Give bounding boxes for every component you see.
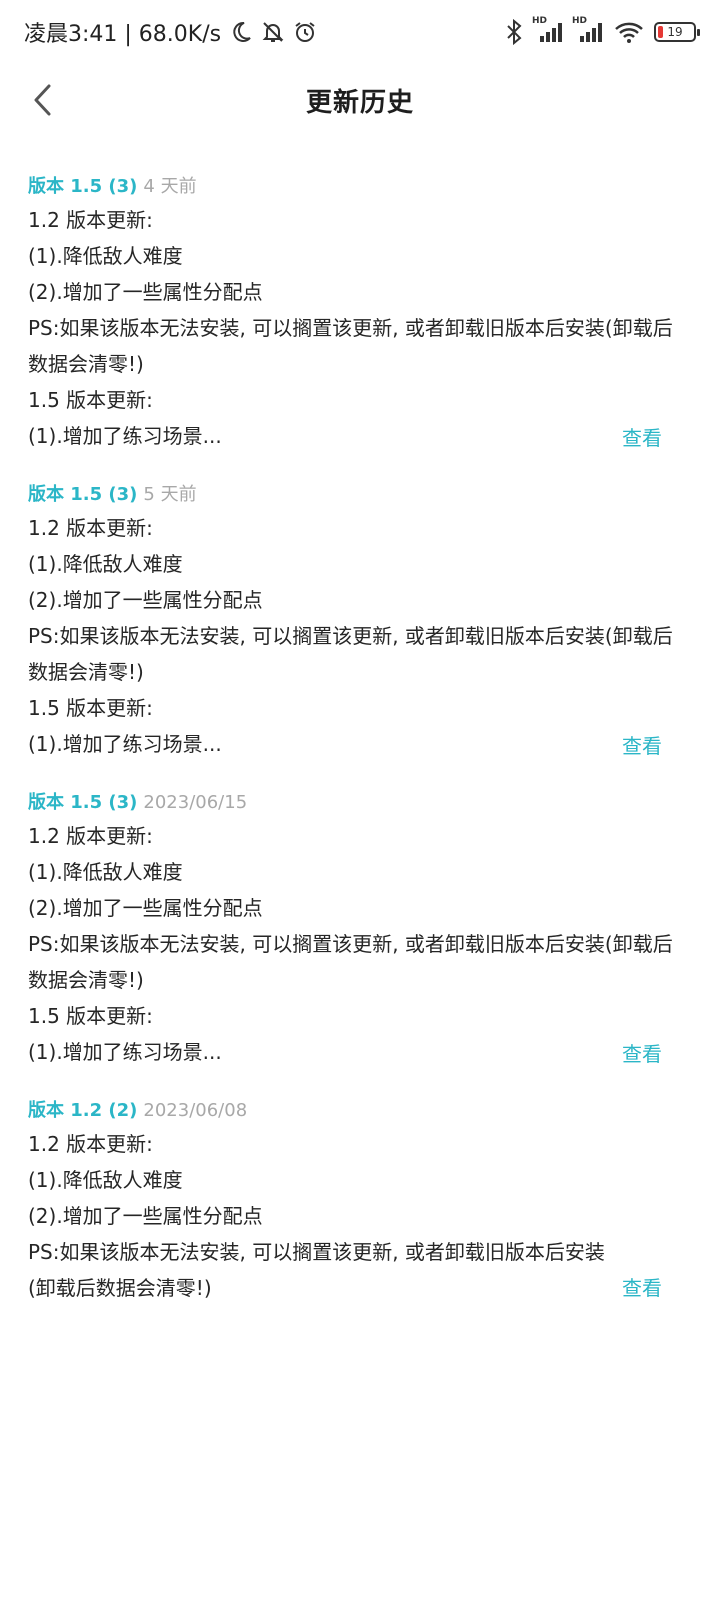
entry-line: (1).增加了练习场景...: [28, 1040, 222, 1064]
history-entry: 版本 1.2 (2) 2023/06/08 1.2 版本更新: (1).降低敌人难…: [0, 1096, 720, 1306]
entry-line: PS:如果该版本无法安装, 可以搁置该更新, 或者卸载旧版本后安装(卸载后数据会…: [28, 624, 673, 684]
view-button[interactable]: 查看: [622, 1038, 692, 1067]
entry-time: 2023/06/08: [143, 1100, 248, 1121]
nav-bar: 更新历史: [0, 64, 720, 136]
entry-version: 版本 1.2 (2): [28, 1100, 138, 1121]
entry-last-row: (1).增加了练习场景... 查看: [28, 1034, 692, 1070]
entry-line: (2).增加了一些属性分配点: [28, 896, 263, 920]
hd-label-2: HD: [572, 16, 588, 26]
entry-line: 1.2 版本更新:: [28, 1132, 153, 1156]
entry-line: (2).增加了一些属性分配点: [28, 1204, 263, 1228]
entry-line: 1.2 版本更新:: [28, 208, 153, 232]
battery-fill: [658, 26, 663, 38]
entry-line: 1.5 版本更新:: [28, 388, 153, 412]
entry-last-row: (1).增加了练习场景... 查看: [28, 418, 692, 454]
entry-time: 5 天前: [143, 484, 197, 505]
battery-level: 19: [667, 25, 683, 39]
entry-header: 版本 1.5 (3) 5 天前: [28, 480, 692, 510]
entry-line: 1.5 版本更新:: [28, 696, 153, 720]
entry-header: 版本 1.5 (3) 2023/06/15: [28, 788, 692, 818]
entry-line: (1).增加了练习场景...: [28, 732, 222, 756]
entry-last-row: (1).增加了练习场景... 查看: [28, 726, 692, 762]
status-time-speed: 凌晨3:41 | 68.0K/s: [24, 22, 222, 47]
entry-header: 版本 1.5 (3) 4 天前: [28, 172, 692, 202]
entry-line: (1).降低敌人难度: [28, 244, 183, 268]
entry-last-row: PS:如果该版本无法安装, 可以搁置该更新, 或者卸载旧版本后安装(卸载后数据会…: [28, 1234, 692, 1306]
alarm-icon: [293, 20, 317, 44]
status-left: 凌晨3:41 | 68.0K/s: [24, 16, 317, 48]
entry-version: 版本 1.5 (3): [28, 484, 138, 505]
entry-line: (2).增加了一些属性分配点: [28, 588, 263, 612]
entry-line: (2).增加了一些属性分配点: [28, 280, 263, 304]
page-title: 更新历史: [305, 87, 414, 118]
entry-time: 2023/06/15: [143, 792, 248, 813]
history-entry: 版本 1.5 (3) 4 天前 1.2 版本更新: (1).降低敌人难度 (2).…: [0, 172, 720, 454]
entry-version: 版本 1.5 (3): [28, 792, 138, 813]
wifi-icon: [614, 20, 644, 44]
entry-time: 4 天前: [143, 176, 197, 197]
view-button[interactable]: 查看: [622, 730, 692, 759]
entry-line: 1.2 版本更新:: [28, 516, 153, 540]
bell-off-icon: [261, 20, 285, 44]
signal-1-icon: HD: [532, 16, 564, 44]
entry-line: (1).降低敌人难度: [28, 860, 183, 884]
entry-line: (1).降低敌人难度: [28, 1168, 183, 1192]
entry-line: 1.2 版本更新:: [28, 824, 153, 848]
chevron-left-icon: [34, 84, 51, 116]
moon-icon: [229, 20, 253, 44]
hd-label-1: HD: [532, 16, 548, 26]
entry-line: (1).增加了练习场景...: [28, 424, 222, 448]
entry-line: PS:如果该版本无法安装, 可以搁置该更新, 或者卸载旧版本后安装(卸载后数据会…: [28, 316, 673, 376]
status-right: HD HD 19: [504, 16, 700, 45]
status-bar: 凌晨3:41 | 68.0K/s HD HD 19: [0, 0, 720, 64]
view-button[interactable]: 查看: [622, 422, 692, 451]
entry-version: 版本 1.5 (3): [28, 176, 138, 197]
entry-line: (1).降低敌人难度: [28, 552, 183, 576]
bluetooth-icon: [504, 19, 524, 45]
view-button[interactable]: 查看: [622, 1270, 692, 1306]
entry-line: PS:如果该版本无法安装, 可以搁置该更新, 或者卸载旧版本后安装(卸载后数据会…: [28, 932, 673, 992]
back-button[interactable]: [22, 80, 62, 120]
battery-icon: 19: [654, 22, 700, 42]
entry-line: 1.5 版本更新:: [28, 1004, 153, 1028]
history-entry: 版本 1.5 (3) 5 天前 1.2 版本更新: (1).降低敌人难度 (2).…: [0, 480, 720, 762]
entry-line: PS:如果该版本无法安装, 可以搁置该更新, 或者卸载旧版本后安装(卸载后数据会…: [28, 1240, 605, 1300]
history-list: 版本 1.5 (3) 4 天前 1.2 版本更新: (1).降低敌人难度 (2).…: [0, 172, 720, 1332]
signal-2-icon: HD: [572, 16, 604, 44]
history-entry: 版本 1.5 (3) 2023/06/15 1.2 版本更新: (1).降低敌人难…: [0, 788, 720, 1070]
entry-header: 版本 1.2 (2) 2023/06/08: [28, 1096, 692, 1126]
